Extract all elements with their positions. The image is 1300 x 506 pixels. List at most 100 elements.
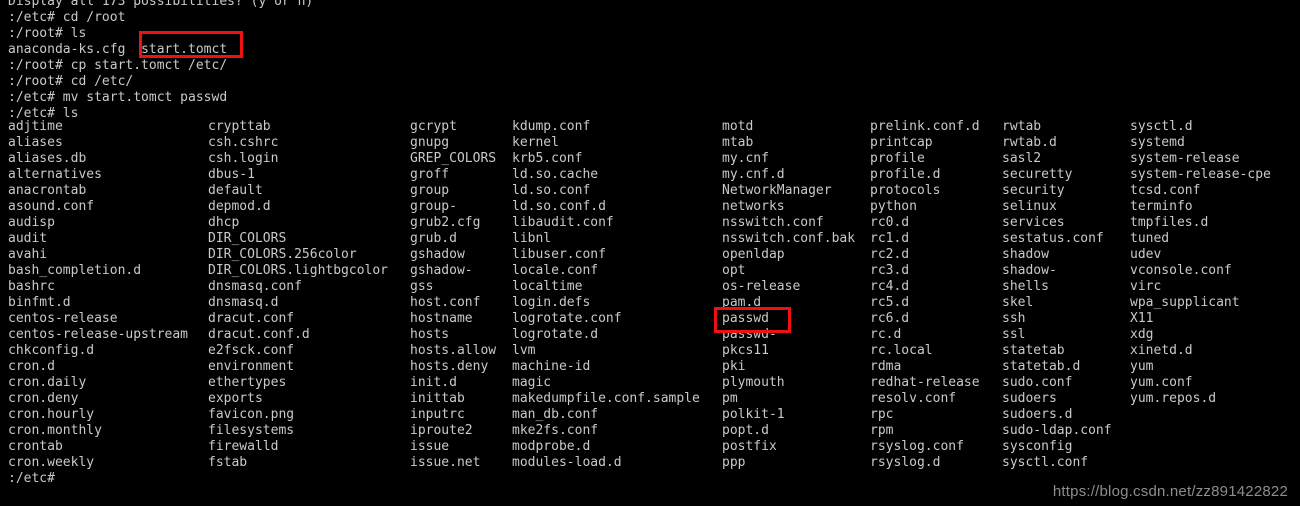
watermark-url: https://blog.csdn.net/zz891422822 [1052,483,1288,500]
listing-entry: hosts [410,327,450,342]
listing-entry: dnsmasq.conf [208,279,302,294]
listing-entry: DIR_COLORS.lightbgcolor [208,263,389,278]
listing-entry: bash_completion.d [8,263,142,278]
listing-entry: udev [1130,247,1162,262]
listing-entry: login.defs [512,295,591,310]
listing-entry: redhat-release [870,375,980,390]
listing-entry: depmod.d [208,199,271,214]
listing-entry: libaudit.conf [512,215,614,230]
listing-entry: statetab [1002,343,1065,358]
terminal-window[interactable]: Display all 173 possibilities? (y or n) … [0,0,1300,506]
listing-entry: localtime [512,279,583,294]
listing-entry: rc.local [870,343,933,358]
listing-entry: popt.d [722,423,769,438]
listing-entry: cron.deny [8,391,79,406]
listing-entry: X11 [1130,311,1154,326]
listing-entry: crypttab [208,119,271,134]
listing-entry: systemd [1130,135,1185,150]
listing-entry: adjtime [8,119,63,134]
listing-entry: aliases.db [8,151,87,166]
listing-entry: sudoers.d [1002,407,1073,422]
listing-entry: rsyslog.d [870,455,941,470]
listing-entry: favicon.png [208,407,295,422]
listing-entry: sysconfig [1002,439,1073,454]
listing-entry: audit [8,231,48,246]
listing-entry: system-release [1130,151,1240,166]
listing-entry: inittab [410,391,465,406]
listing-entry: modprobe.d [512,439,591,454]
listing-entry: yum.repos.d [1130,391,1217,406]
listing-entry: GREP_COLORS [410,151,497,166]
listing-entry: locale.conf [512,263,599,278]
listing-entry: rc2.d [870,247,910,262]
listing-entry: rdma [870,359,902,374]
listing-entry: networks [722,199,785,214]
listing-entry: gnupg [410,135,450,150]
listing-entry: postfix [722,439,777,454]
listing-entry: selinux [1002,199,1057,214]
listing-entry: init.d [410,375,457,390]
listing-entry: gss [410,279,434,294]
listing-entry: filesystems [208,423,295,438]
listing-entry: sysctl.d [1130,119,1193,134]
listing-entry: machine-id [512,359,591,374]
listing-entry: opt [722,263,746,278]
listing-entry: prelink.conf.d [870,119,980,134]
listing-entry: yum.conf [1130,375,1193,390]
listing-entry: kernel [512,135,559,150]
listing-entry: sysctl.conf [1002,455,1089,470]
listing-entry: issue.net [410,455,481,470]
listing-entry: my.cnf [722,151,769,166]
listing-entry: alternatives [8,167,102,182]
listing-entry: crontab [8,439,63,454]
terminal-line-possibilities: Display all 173 possibilities? (y or n) [8,0,314,9]
listing-entry: statetab.d [1002,359,1081,374]
listing-entry: chkconfig.d [8,343,95,358]
listing-entry: plymouth [722,375,785,390]
listing-entry: aliases [8,135,63,150]
listing-entry: group [410,183,450,198]
listing-entry: nsswitch.conf.bak [722,231,856,246]
listing-entry: dhcp [208,215,240,230]
listing-entry: host.conf [410,295,481,310]
listing-entry: tcsd.conf [1130,183,1201,198]
listing-entry: pam.d [722,295,762,310]
listing-entry: ssh [1002,311,1026,326]
listing-entry: e2fsck.conf [208,343,295,358]
listing-entry: sestatus.conf [1002,231,1104,246]
listing-entry: sasl2 [1002,151,1042,166]
listing-entry: passwd [722,311,769,326]
listing-entry: ld.so.cache [512,167,599,182]
listing-entry: binfmt.d [8,295,71,310]
listing-entry: gcrypt [410,119,457,134]
listing-entry: services [1002,215,1065,230]
listing-column-3: gcrypt gnupg GREP_COLORS groff group group-gr… [410,119,496,471]
listing-entry: hostname [410,311,473,326]
listing-entry: rpm [870,423,894,438]
listing-entry: rwtab [1002,119,1042,134]
listing-entry: environment [208,359,295,374]
listing-entry: anacrontab [8,183,87,198]
listing-entry: shadow [1002,247,1049,262]
listing-entry: rc4.d [870,279,910,294]
listing-entry: ld.so.conf.d [512,199,606,214]
listing-entry: pki [722,359,746,374]
listing-entry: DIR_COLORS.256color [208,247,357,262]
listing-entry: cron.daily [8,375,87,390]
listing-entry: openldap [722,247,785,262]
listing-column-5: motd mtab my.cnf my.cnf.d NetworkManager netw… [722,119,855,471]
listing-entry: profile.d [870,167,941,182]
terminal-line-cd-etc: :/root# cd /etc/ [8,74,134,89]
listing-entry: magic [512,375,552,390]
listing-entry: asound.conf [8,199,95,214]
listing-entry: man_db.conf [512,407,599,422]
listing-column-1: adjtime aliases aliases.db alternatives anac… [8,119,188,471]
listing-entry: cron.weekly [8,455,95,470]
listing-entry: profile [870,151,925,166]
listing-entry: inputrc [410,407,465,422]
listing-entry: terminfo [1130,199,1193,214]
shell-prompt[interactable]: :/etc# [8,471,55,487]
listing-entry: logrotate.d [512,327,599,342]
listing-entry: yum [1130,359,1154,374]
terminal-line-mv: :/etc# mv start.tomct passwd [8,90,228,105]
